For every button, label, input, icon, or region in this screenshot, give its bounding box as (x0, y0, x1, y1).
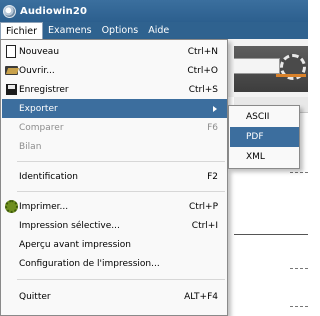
export-submenu: ASCII PDF XML (228, 105, 300, 169)
menu-item-exporter[interactable]: Exporter (2, 99, 227, 118)
app-icon (3, 4, 16, 18)
menu-item-label: Comparer (19, 122, 64, 133)
menu-item-comparer: Comparer F6 (2, 118, 227, 137)
file-menu: Nouveau Ctrl+N Ouvrir... Ctrl+O Enregist… (0, 39, 228, 316)
menu-aide[interactable]: Aide (143, 22, 174, 39)
menu-bar: Fichier Examens Options Aide (0, 22, 308, 39)
menu-item-ouvrir[interactable]: Ouvrir... Ctrl+O (2, 61, 227, 80)
menu-item-label: Exporter (19, 103, 58, 114)
window-title: Audiowin20 (20, 5, 88, 17)
menu-item-label: Enregistrer (19, 84, 69, 95)
menu-item-label: Nouveau (19, 46, 60, 57)
menu-item-label: Quitter (19, 291, 51, 302)
menu-item-label: Imprimer... (19, 201, 69, 212)
dashed-line (290, 268, 308, 269)
menu-item-bilan: Bilan (2, 137, 227, 156)
menu-item-configuration-impression[interactable]: Configuration de l'impression... (2, 254, 227, 273)
new-document-icon (6, 45, 16, 58)
menu-item-label: Impression sélective... (19, 220, 120, 231)
menu-examens[interactable]: Examens (43, 22, 97, 39)
menu-item-label: Bilan (19, 141, 42, 152)
floppy-disk-icon (6, 84, 17, 95)
printer-gear-icon (5, 200, 18, 213)
menu-item-shortcut: ALT+F4 (184, 291, 218, 302)
menu-item-shortcut: Ctrl+N (187, 46, 218, 57)
menu-item-shortcut: F6 (207, 122, 218, 133)
menu-item-shortcut: Ctrl+I (191, 220, 218, 231)
menu-options[interactable]: Options (97, 22, 144, 39)
submenu-item-label: ASCII (246, 112, 270, 122)
menu-item-shortcut: Ctrl+S (188, 84, 218, 95)
menu-separator (17, 279, 225, 280)
menu-item-shortcut: Ctrl+O (187, 65, 218, 76)
submenu-arrow-icon (213, 105, 217, 112)
dashed-line (290, 172, 308, 173)
open-folder-icon (5, 66, 18, 75)
submenu-item-pdf[interactable]: PDF (230, 127, 299, 147)
title-bar: Audiowin20 (0, 0, 308, 22)
menu-item-label: Ouvrir... (19, 65, 55, 76)
dashed-line (290, 306, 308, 307)
menu-separator (17, 161, 225, 162)
menu-item-label: Configuration de l'impression... (19, 258, 160, 269)
orange-accent-line (276, 74, 306, 77)
menu-item-nouveau[interactable]: Nouveau Ctrl+N (2, 42, 227, 61)
toolbar-tube-graphic (234, 58, 280, 74)
menu-item-shortcut: Ctrl+P (189, 201, 218, 212)
menu-item-shortcut: F2 (207, 171, 218, 182)
menu-item-label: Aperçu avant impression (19, 239, 131, 250)
solid-line (234, 234, 308, 235)
menu-item-enregistrer[interactable]: Enregistrer Ctrl+S (2, 80, 227, 99)
menu-separator (17, 191, 225, 192)
menu-item-apercu[interactable]: Aperçu avant impression (2, 235, 227, 254)
submenu-item-label: PDF (246, 132, 264, 142)
menu-item-label: Identification (19, 171, 79, 182)
menu-item-quitter[interactable]: Quitter ALT+F4 (2, 287, 227, 306)
menu-item-identification[interactable]: Identification F2 (2, 167, 227, 186)
menu-item-imprimer[interactable]: Imprimer... Ctrl+P (2, 197, 227, 216)
menu-item-impression-selective[interactable]: Impression sélective... Ctrl+I (2, 216, 227, 235)
submenu-item-xml[interactable]: XML (230, 147, 299, 167)
submenu-item-label: XML (246, 152, 265, 162)
menu-fichier[interactable]: Fichier (0, 22, 44, 39)
submenu-item-ascii[interactable]: ASCII (230, 107, 299, 127)
